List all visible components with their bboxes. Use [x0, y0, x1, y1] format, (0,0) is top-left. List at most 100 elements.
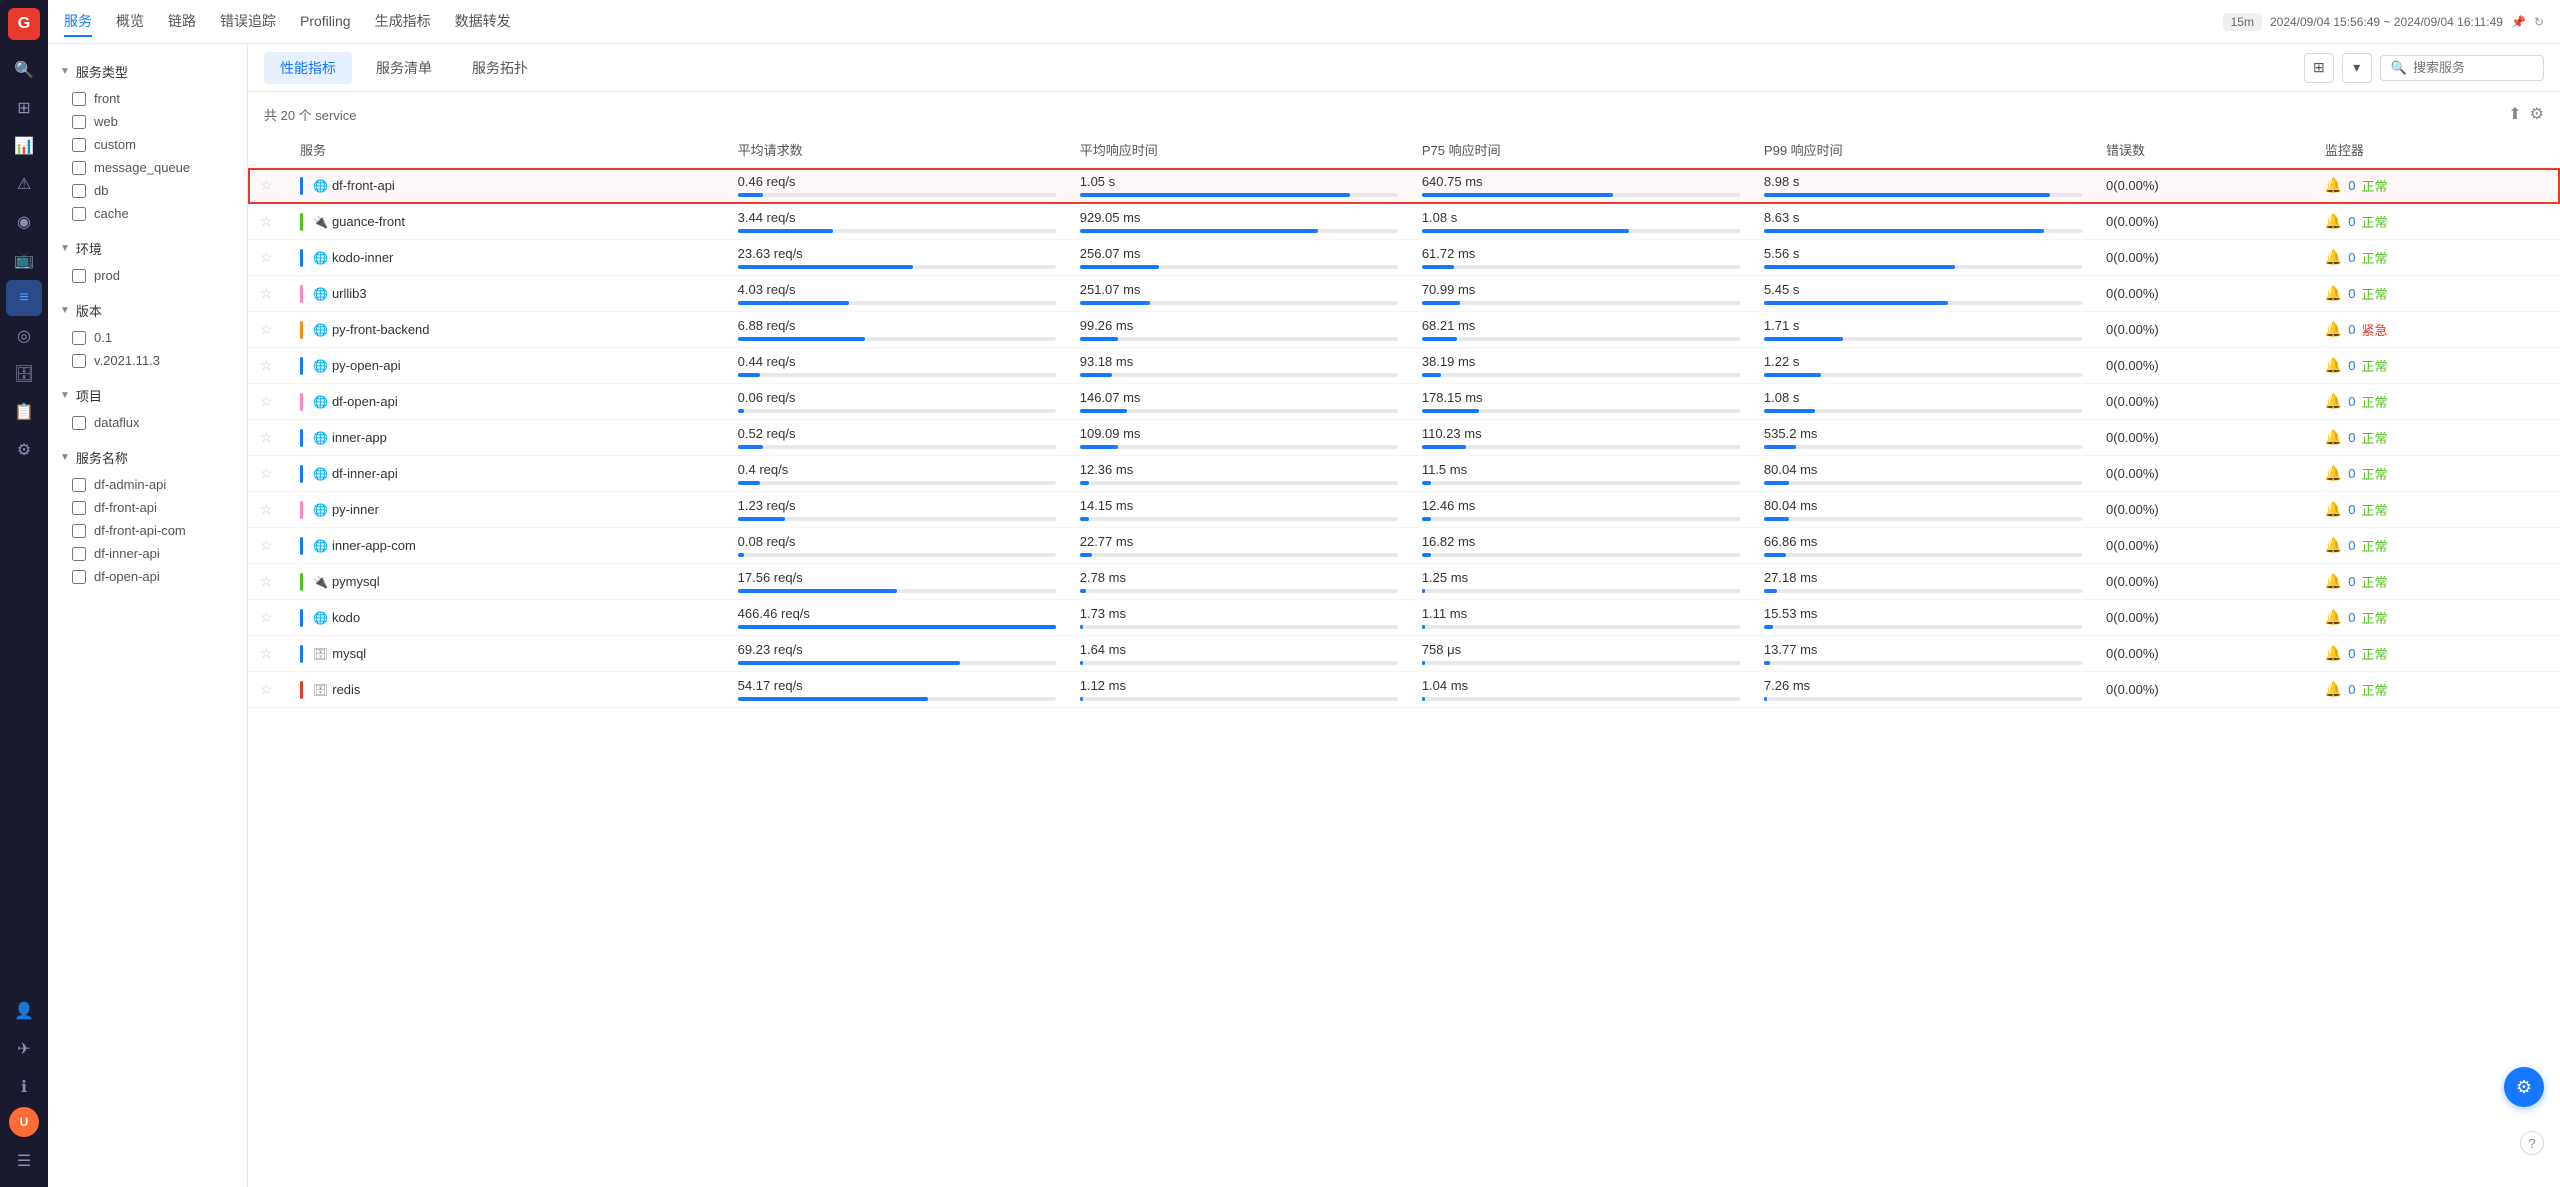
nav-profiling[interactable]: Profiling [300, 9, 351, 35]
filter-item-db[interactable]: db [48, 179, 247, 202]
settings-nav-icon[interactable]: ⚙ [6, 432, 42, 468]
export-icon[interactable]: ⬆ [2508, 104, 2521, 124]
col-p99[interactable]: P99 响应时间 [1752, 132, 2094, 168]
table-row[interactable]: ☆ 🗄 redis 54.17 req/s 1.12 ms 1.04 ms 7.… [248, 672, 2560, 708]
checkbox-cache[interactable] [72, 207, 86, 221]
table-row[interactable]: ☆ 🌐 df-inner-api 0.4 req/s 12.36 ms 11.5… [248, 456, 2560, 492]
send-nav-icon[interactable]: ✈ [6, 1031, 42, 1067]
info-nav-icon[interactable]: ℹ [6, 1069, 42, 1105]
star-icon[interactable]: ☆ [260, 321, 273, 337]
floating-action-button[interactable]: ⚙ [2504, 1067, 2544, 1107]
table-row[interactable]: ☆ 🔌 guance-front 3.44 req/s 929.05 ms 1.… [248, 204, 2560, 240]
filter-version-header[interactable]: ▼ 版本 [48, 295, 247, 326]
filter-item-front[interactable]: front [48, 87, 247, 110]
dashboard-nav-icon[interactable]: ⊞ [6, 90, 42, 126]
col-errors[interactable]: 错误数 [2094, 132, 2313, 168]
star-icon[interactable]: ☆ [260, 393, 273, 409]
filter-item-df-admin-api[interactable]: df-admin-api [48, 473, 247, 496]
checkbox-v01[interactable] [72, 331, 86, 345]
filter-item-cache[interactable]: cache [48, 202, 247, 225]
star-icon[interactable]: ☆ [260, 573, 273, 589]
filter-item-df-inner-api[interactable]: df-inner-api [48, 542, 247, 565]
filter-item-custom[interactable]: custom [48, 133, 247, 156]
checkbox-dataflux[interactable] [72, 416, 86, 430]
user-nav-icon[interactable]: 👤 [6, 993, 42, 1029]
table-row[interactable]: ☆ 🌐 df-front-api 0.46 req/s 1.05 s 640.7… [248, 168, 2560, 204]
filter-item-df-front-api[interactable]: df-front-api [48, 496, 247, 519]
col-service[interactable]: 服务 [288, 132, 726, 168]
table-row[interactable]: ☆ 🌐 kodo-inner 23.63 req/s 256.07 ms 61.… [248, 240, 2560, 276]
star-icon[interactable]: ☆ [260, 429, 273, 445]
pin-icon[interactable]: 📌 [2511, 15, 2526, 29]
star-icon[interactable]: ☆ [260, 357, 273, 373]
checkbox-message-queue[interactable] [72, 161, 86, 175]
table-row[interactable]: ☆ 🌐 urllib3 4.03 req/s 251.07 ms 70.99 m… [248, 276, 2560, 312]
nav-error[interactable]: 错误追踪 [220, 7, 276, 37]
search-input[interactable] [2413, 60, 2533, 75]
star-icon[interactable]: ☆ [260, 501, 273, 517]
star-icon[interactable]: ☆ [260, 285, 273, 301]
table-row[interactable]: ☆ 🌐 py-inner 1.23 req/s 14.15 ms 12.46 m… [248, 492, 2560, 528]
nav-trace[interactable]: 链路 [168, 7, 196, 37]
checkbox-db[interactable] [72, 184, 86, 198]
checkbox-front[interactable] [72, 92, 86, 106]
star-icon[interactable]: ☆ [260, 213, 273, 229]
checkbox-web[interactable] [72, 115, 86, 129]
checkbox-df-front-api[interactable] [72, 501, 86, 515]
service-nav-icon[interactable]: ≡ [6, 280, 42, 316]
table-row[interactable]: ☆ 🌐 inner-app 0.52 req/s 109.09 ms 110.2… [248, 420, 2560, 456]
checkbox-prod[interactable] [72, 269, 86, 283]
col-avg-resp[interactable]: 平均响应时间 [1068, 132, 1410, 168]
alert-nav-icon[interactable]: ⚠ [6, 166, 42, 202]
topology-nav-icon[interactable]: ◉ [6, 204, 42, 240]
filter-item-v01[interactable]: 0.1 [48, 326, 247, 349]
table-row[interactable]: ☆ 🌐 py-front-backend 6.88 req/s 99.26 ms… [248, 312, 2560, 348]
filter-service-type-header[interactable]: ▼ 服务类型 [48, 56, 247, 87]
view-toggle-dropdown[interactable]: ▾ [2342, 53, 2372, 83]
checkbox-df-open-api[interactable] [72, 570, 86, 584]
db-nav-icon[interactable]: 🗄 [6, 356, 42, 392]
star-icon[interactable]: ☆ [260, 537, 273, 553]
checkbox-v2021[interactable] [72, 354, 86, 368]
checkbox-df-admin-api[interactable] [72, 478, 86, 492]
star-icon[interactable]: ☆ [260, 465, 273, 481]
table-row[interactable]: ☆ 🔌 pymysql 17.56 req/s 2.78 ms 1.25 ms … [248, 564, 2560, 600]
tab-performance[interactable]: 性能指标 [264, 52, 352, 84]
table-row[interactable]: ☆ 🌐 df-open-api 0.06 req/s 146.07 ms 178… [248, 384, 2560, 420]
filter-item-df-open-api[interactable]: df-open-api [48, 565, 247, 588]
nav-service[interactable]: 服务 [64, 7, 92, 37]
filter-item-df-front-api-com[interactable]: df-front-api-com [48, 519, 247, 542]
user-avatar[interactable]: U [9, 1107, 39, 1137]
time-range-badge[interactable]: 15m [2223, 13, 2262, 31]
col-avg-req[interactable]: 平均请求数 [726, 132, 1068, 168]
col-monitor[interactable]: 监控器 [2313, 132, 2560, 168]
search-nav-icon[interactable]: 🔍 [6, 52, 42, 88]
help-button[interactable]: ? [2520, 1131, 2544, 1155]
star-icon[interactable]: ☆ [260, 249, 273, 265]
settings-icon[interactable]: ⚙ [2530, 104, 2544, 124]
filter-item-web[interactable]: web [48, 110, 247, 133]
filter-item-message-queue[interactable]: message_queue [48, 156, 247, 179]
table-row[interactable]: ☆ 🌐 inner-app-com 0.08 req/s 22.77 ms 16… [248, 528, 2560, 564]
filter-env-header[interactable]: ▼ 环境 [48, 233, 247, 264]
nav-datatransfer[interactable]: 数据转发 [455, 7, 511, 37]
table-row[interactable]: ☆ 🌐 kodo 466.46 req/s 1.73 ms 1.11 ms 15… [248, 600, 2560, 636]
star-icon[interactable]: ☆ [260, 681, 273, 697]
checkbox-custom[interactable] [72, 138, 86, 152]
star-icon[interactable]: ☆ [260, 177, 273, 193]
log-nav-icon[interactable]: 📋 [6, 394, 42, 430]
nav-overview[interactable]: 概览 [116, 7, 144, 37]
monitor-nav-icon[interactable]: 📺 [6, 242, 42, 278]
table-row[interactable]: ☆ 🗄 mysql 69.23 req/s 1.64 ms 758 μs 13.… [248, 636, 2560, 672]
filter-item-v2021[interactable]: v.2021.11.3 [48, 349, 247, 372]
checkbox-df-inner-api[interactable] [72, 547, 86, 561]
table-row[interactable]: ☆ 🌐 py-open-api 0.44 req/s 93.18 ms 38.1… [248, 348, 2560, 384]
refresh-icon[interactable]: ↻ [2534, 15, 2544, 29]
star-icon[interactable]: ☆ [260, 645, 273, 661]
filter-project-header[interactable]: ▼ 项目 [48, 380, 247, 411]
filter-item-dataflux[interactable]: dataflux [48, 411, 247, 434]
nav-metrics[interactable]: 生成指标 [375, 7, 431, 37]
tab-service-topology[interactable]: 服务拓扑 [456, 52, 544, 84]
view-toggle-button[interactable]: ⊞ [2304, 53, 2334, 83]
filter-item-prod[interactable]: prod [48, 264, 247, 287]
